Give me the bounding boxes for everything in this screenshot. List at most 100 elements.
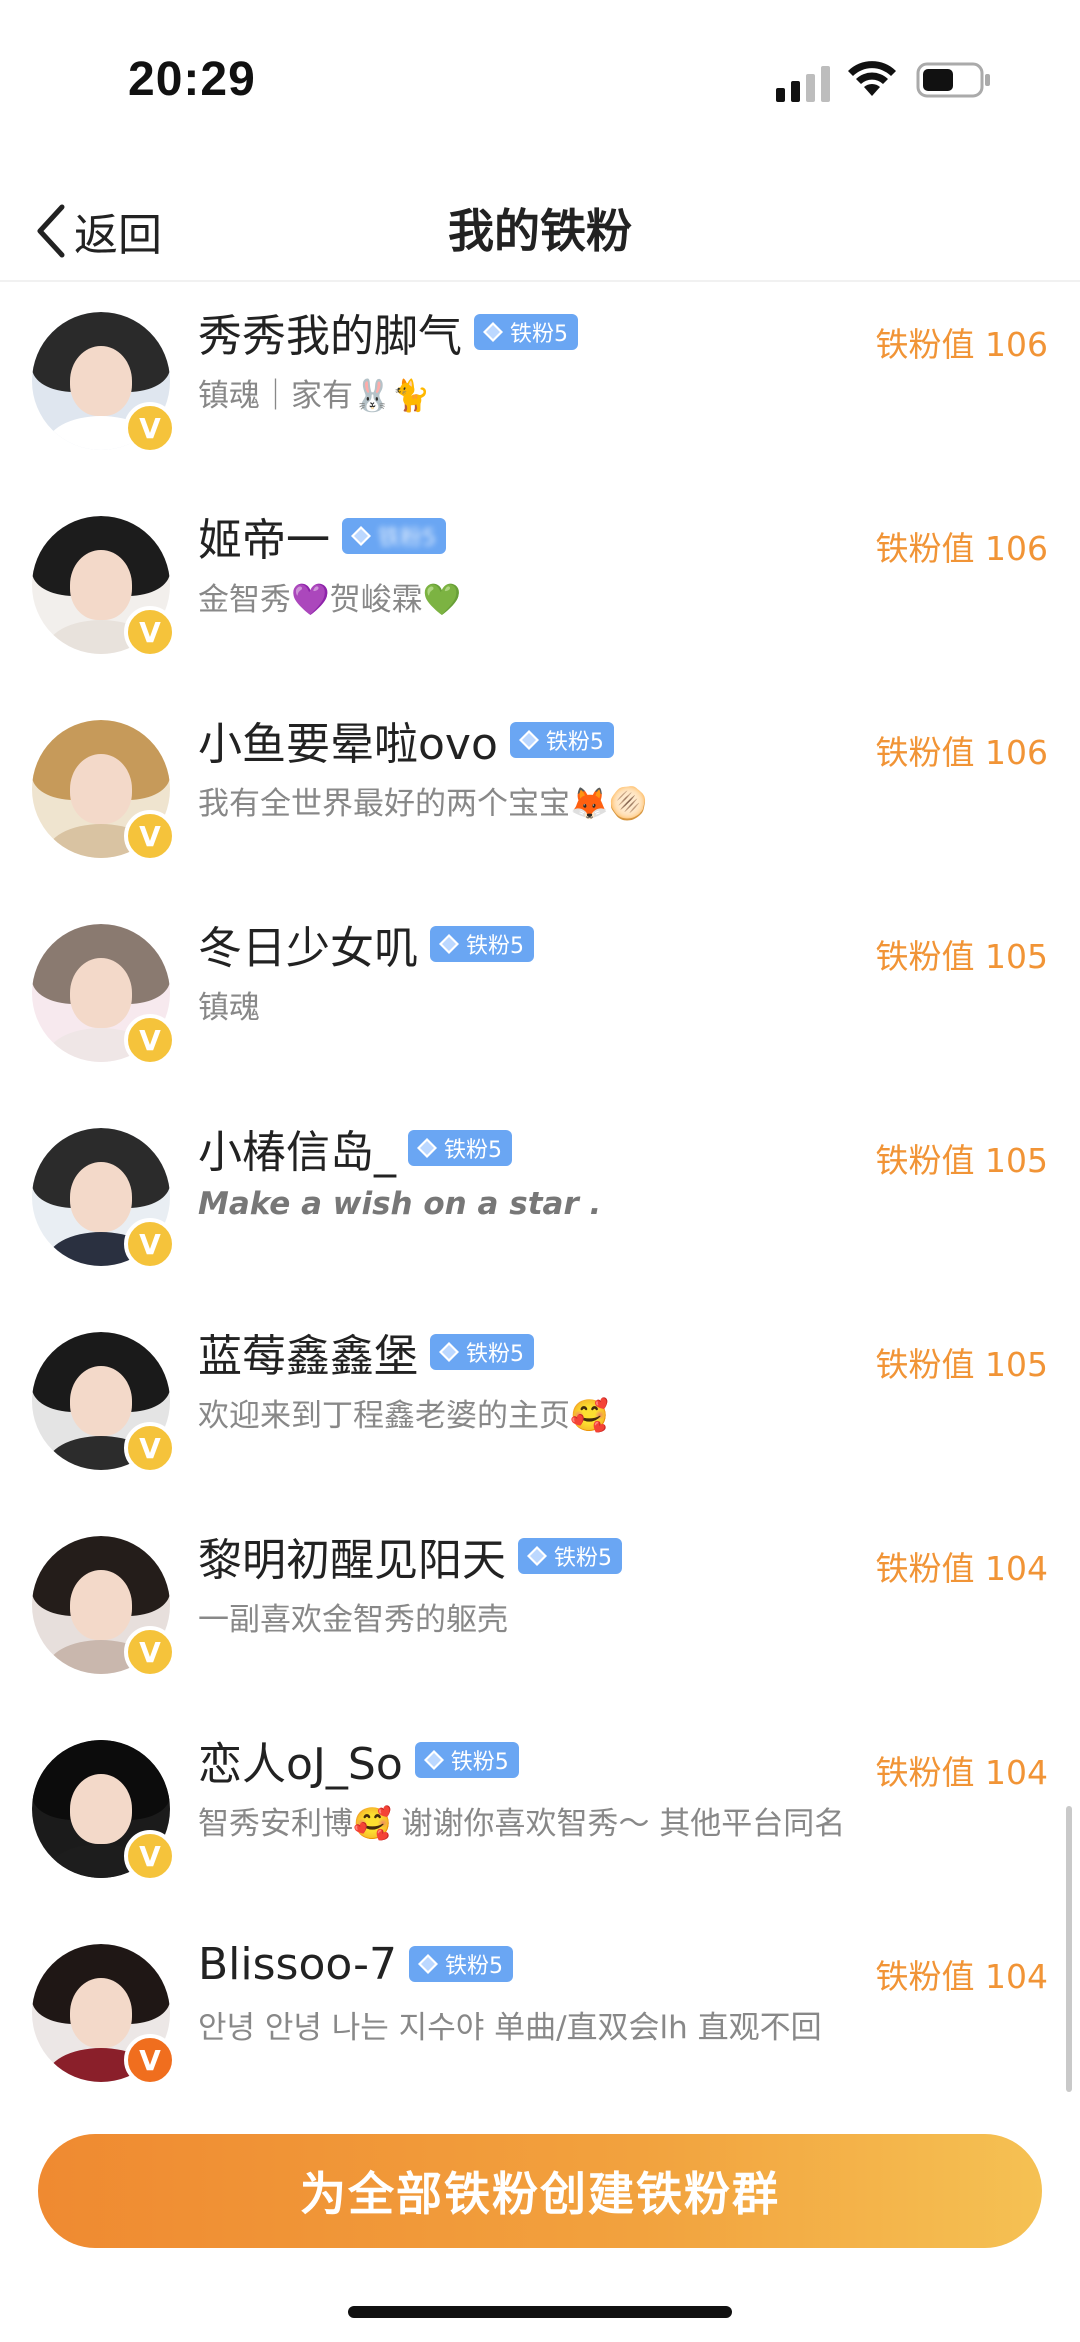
fan-level-badge: 铁粉5: [414, 1742, 519, 1778]
fan-description: 안녕 안녕 나는 지수야 单曲/直双会lh 直观不回: [198, 2010, 822, 2046]
fan-name[interactable]: 黎明初醒见阳天: [198, 1524, 506, 1588]
fan-level-label: 铁粉5: [545, 730, 604, 755]
status-time: 20:29: [128, 53, 256, 106]
fan-row[interactable]: V Blissoo-7 铁粉5 안녕 안녕 나는 지수야 单曲/直双会lh 直观…: [0, 1914, 1080, 2102]
verified-badge-icon: V: [124, 1626, 176, 1678]
fan-row[interactable]: V 冬日少女叽 铁粉5 镇魂 铁粉值 105: [0, 894, 1080, 1098]
fan-name[interactable]: 小鱼要晕啦ovo: [198, 708, 498, 772]
name-line: 黎明初醒见阳天 铁粉5: [198, 1528, 622, 1586]
fan-row[interactable]: V 黎明初醒见阳天 铁粉5 一副喜欢金智秀的躯壳 铁粉值 104: [0, 1506, 1080, 1710]
nav-bar: 返回 我的铁粉: [0, 180, 1080, 282]
name-line: 秀秀我的脚气 铁粉5: [198, 304, 578, 362]
fan-description: 一副喜欢金智秀的躯壳: [198, 1602, 508, 1638]
fan-score: 铁粉值 104: [875, 1753, 1048, 1792]
avatar[interactable]: V: [32, 516, 176, 658]
fan-level-badge: 铁粉5: [509, 722, 614, 758]
fan-score: 铁粉值 104: [875, 1549, 1048, 1588]
verified-badge-icon: V: [124, 2034, 176, 2086]
avatar[interactable]: V: [32, 924, 176, 1066]
verified-badge-icon: V: [124, 402, 176, 454]
avatar-face: [70, 1570, 132, 1640]
avatar[interactable]: V: [32, 312, 176, 454]
name-line: 小椿信岛_ 铁粉5: [198, 1120, 512, 1178]
avatar[interactable]: V: [32, 1944, 176, 2086]
diamond-icon: [439, 934, 459, 954]
fan-level-label: 铁粉5: [450, 1750, 509, 1775]
fan-row[interactable]: V 蓝莓鑫鑫堡 铁粉5 欢迎来到丁程鑫老婆的主页🥰 铁粉值 105: [0, 1302, 1080, 1506]
verified-badge-icon: V: [124, 1422, 176, 1474]
fan-level-badge: 铁粉5: [474, 314, 578, 350]
fan-name[interactable]: 蓝莓鑫鑫堡: [198, 1320, 418, 1384]
name-line: 姬帝一 铁粉5: [198, 508, 446, 566]
avatar[interactable]: V: [32, 1332, 176, 1474]
fan-row[interactable]: V 小鱼要晕啦ovo 铁粉5 我有全世界最好的两个宝宝🦊🫓 铁粉值 106: [0, 690, 1080, 894]
fan-score: 铁粉值 105: [875, 1345, 1048, 1384]
avatar-face: [70, 550, 132, 620]
fan-level-badge: 铁粉5: [430, 1334, 534, 1370]
cellular-signal-icon: [776, 66, 830, 102]
fan-description: 我有全世界最好的两个宝宝🦊🫓: [198, 786, 648, 822]
fan-name[interactable]: 小椿信岛_: [198, 1116, 396, 1180]
diamond-icon: [351, 526, 371, 546]
verified-badge-icon: V: [124, 1218, 176, 1270]
fan-row[interactable]: V 姬帝一 铁粉5 金智秀💜贺峻霖💚 铁粉值 106: [0, 486, 1080, 690]
avatar[interactable]: V: [32, 1128, 176, 1270]
fan-level-badge: 铁粉5: [430, 926, 534, 962]
verified-badge-icon: V: [124, 1830, 176, 1882]
fan-description: Make a wish on a star .: [198, 1186, 602, 1222]
diamond-icon: [439, 1342, 459, 1362]
fan-row[interactable]: V 小椿信岛_ 铁粉5 Make a wish on a star . 铁粉值 …: [0, 1098, 1080, 1302]
home-indicator: [348, 2306, 732, 2318]
name-line: 恋人oJ_So 铁粉5: [198, 1732, 519, 1790]
create-fan-group-button[interactable]: 为全部铁粉创建铁粉群: [38, 2134, 1042, 2248]
fan-level-badge: 铁粉5: [518, 1538, 622, 1574]
fan-level-label: 铁粉5: [466, 934, 524, 959]
fan-level-label: 铁粉5: [510, 322, 568, 347]
fan-row[interactable]: V 秀秀我的脚气 铁粉5 镇魂｜家有🐰🐈 铁粉值 106: [0, 282, 1080, 486]
avatar[interactable]: V: [32, 720, 176, 862]
avatar-face: [70, 1366, 132, 1436]
fan-description: 欢迎来到丁程鑫老婆的主页🥰: [198, 1398, 609, 1434]
avatar[interactable]: V: [32, 1536, 176, 1678]
diamond-icon: [483, 322, 503, 342]
verified-badge-icon: V: [124, 1014, 176, 1066]
fan-score: 铁粉值 104: [875, 1957, 1048, 1996]
verified-badge-icon: V: [124, 810, 176, 862]
fan-score: 铁粉值 105: [875, 1141, 1048, 1180]
name-line: 冬日少女叽 铁粉5: [198, 916, 534, 974]
fan-level-badge: 铁粉5: [409, 1946, 514, 1982]
fan-name[interactable]: 秀秀我的脚气: [198, 300, 462, 364]
page-title: 我的铁粉: [448, 204, 632, 258]
fan-description: 金智秀💜贺峻霖💚: [198, 582, 462, 618]
avatar-face: [70, 1978, 132, 2048]
fan-level-label: 铁粉5: [554, 1546, 612, 1571]
diamond-icon: [527, 1546, 547, 1566]
fan-level-label: 铁粉5: [378, 526, 436, 551]
fan-description: 镇魂: [198, 990, 260, 1026]
avatar-face: [70, 346, 132, 416]
scrollbar[interactable]: [1066, 1806, 1072, 2092]
fan-level-label: 铁粉5: [445, 1954, 504, 1979]
name-line: Blissoo-7 铁粉5: [198, 1936, 514, 1992]
avatar-face: [70, 958, 132, 1028]
verified-badge-icon: V: [124, 606, 176, 658]
fan-name[interactable]: Blissoo-7: [198, 1939, 397, 1990]
fan-score: 铁粉值 106: [875, 529, 1048, 568]
diamond-icon: [423, 1750, 444, 1770]
name-line: 小鱼要晕啦ovo 铁粉5: [198, 712, 614, 770]
fan-level-label: 铁粉5: [444, 1138, 502, 1163]
fan-name[interactable]: 冬日少女叽: [198, 912, 418, 976]
avatar[interactable]: V: [32, 1740, 176, 1882]
diamond-icon: [518, 730, 539, 750]
fan-row[interactable]: V 恋人oJ_So 铁粉5 智秀安利博🥰 谢谢你喜欢智秀～ 其他平台同名 铁粉值…: [0, 1710, 1080, 1914]
fan-level-label: 铁粉5: [466, 1342, 524, 1367]
fan-list[interactable]: V 秀秀我的脚气 铁粉5 镇魂｜家有🐰🐈 铁粉值 106 V 姬帝一 铁粉5 金…: [0, 282, 1080, 2102]
avatar-face: [70, 1162, 132, 1232]
fan-level-badge: 铁粉5: [408, 1130, 512, 1166]
wifi-icon: [848, 61, 896, 96]
fan-name[interactable]: 姬帝一: [198, 504, 330, 568]
avatar-face: [70, 1774, 132, 1844]
fan-name[interactable]: 恋人oJ_So: [198, 1728, 403, 1792]
fan-score: 铁粉值 106: [875, 325, 1048, 364]
status-bar: 20:29: [0, 0, 1080, 150]
